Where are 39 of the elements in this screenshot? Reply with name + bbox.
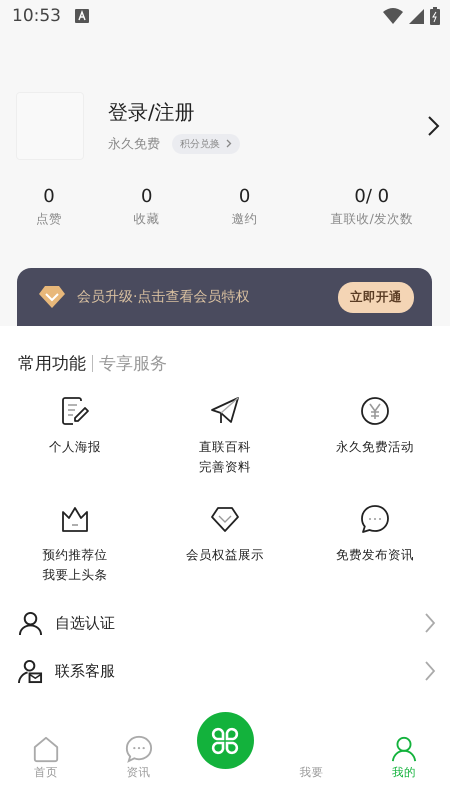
stat-label: 点赞 bbox=[36, 211, 62, 228]
menu-item[interactable]: 联系客服 bbox=[55, 662, 412, 680]
home-icon bbox=[32, 735, 60, 763]
stat-value: 0 bbox=[141, 186, 152, 207]
feature-label[interactable]: 免费发布资讯 bbox=[336, 545, 414, 565]
signal-icon bbox=[409, 8, 424, 24]
person-icon bbox=[390, 735, 418, 763]
person-mail-icon bbox=[18, 658, 43, 684]
login-register-title[interactable]: 登录/注册 bbox=[108, 98, 426, 126]
stat-label: 直联收/发次数 bbox=[330, 211, 413, 228]
yen-coin-icon bbox=[359, 395, 391, 427]
stat-label: 收藏 bbox=[134, 211, 160, 228]
activate-button[interactable]: 立即开通 bbox=[338, 282, 414, 312]
diamond-icon bbox=[39, 286, 65, 308]
chevron-right-icon[interactable] bbox=[426, 115, 440, 137]
feature-label[interactable]: 直联百科 完善资料 bbox=[199, 437, 251, 477]
chat-bubble-icon bbox=[124, 735, 153, 763]
stat-label: 邀约 bbox=[232, 211, 258, 228]
wifi-icon bbox=[383, 8, 403, 24]
chevron-right-icon bbox=[226, 139, 232, 148]
stat-value: 0/ 0 bbox=[354, 186, 390, 207]
banner-text: 会员升级·点击查看会员特权 bbox=[77, 288, 250, 306]
chat-bubble-icon bbox=[359, 503, 391, 535]
feature-label[interactable]: 个人海报 bbox=[49, 437, 101, 457]
stat-value: 0 bbox=[238, 186, 250, 207]
feature-label[interactable]: 预约推荐位 我要上头条 bbox=[42, 545, 108, 585]
section-tab[interactable]: 常用功能 bbox=[18, 352, 86, 375]
battery-icon bbox=[430, 7, 440, 25]
membership-banner[interactable]: 会员升级·点击查看会员特权 立即开通 bbox=[17, 268, 432, 326]
membership-label: 永久免费 bbox=[108, 136, 160, 152]
status-time: 10:53 bbox=[12, 6, 61, 26]
feature-label[interactable]: 永久免费活动 bbox=[336, 437, 414, 457]
feature-label[interactable]: 会员权益展示 bbox=[186, 545, 264, 565]
menu-item[interactable]: 自选认证 bbox=[55, 614, 412, 632]
clover-grid-icon bbox=[210, 726, 240, 756]
notification-icon bbox=[75, 9, 89, 23]
stat-value: 0 bbox=[43, 186, 55, 207]
poster-edit-icon bbox=[59, 395, 91, 427]
person-icon bbox=[18, 610, 43, 636]
